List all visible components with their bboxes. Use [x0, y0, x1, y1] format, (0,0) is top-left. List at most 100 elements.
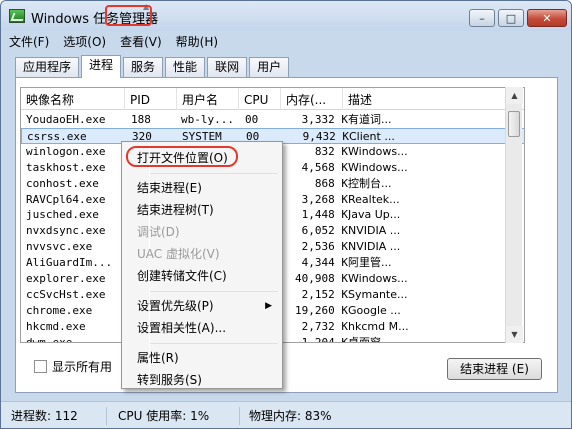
- menu-item-label: 转到服务(S): [137, 373, 202, 387]
- process-description: 有道词...: [348, 113, 392, 126]
- close-button[interactable]: ✕: [527, 9, 567, 27]
- process-description: Windows...: [348, 160, 408, 174]
- process-name: winlogon.exe: [26, 144, 106, 158]
- table-row[interactable]: YoudaoEH.exe 188 wb-ly... 00 3,332 K 有道词...: [21, 112, 524, 128]
- status-process-count: 进程数: 112: [3, 407, 107, 425]
- task-manager-window: Windows 任务管理器 – □ ✕ 文件(F) 选项(O) 查看(V) 帮助…: [0, 0, 572, 429]
- process-description: NVIDIA ...: [348, 224, 401, 238]
- menu-item-properties[interactable]: 属性(R): [122, 347, 282, 369]
- menu-item-label: 设置优先级(P): [137, 299, 214, 313]
- tab-users[interactable]: 用户: [249, 57, 290, 78]
- process-name: AliGuardIm...: [26, 256, 113, 270]
- process-description: 阿里管...: [348, 256, 392, 270]
- process-name: chrome.exe: [26, 303, 93, 317]
- process-description: Google ...: [348, 303, 401, 317]
- process-description: Windows...: [348, 272, 408, 285]
- process-name: jusched.exe: [26, 208, 99, 222]
- process-memory: 2,152 K: [301, 287, 348, 301]
- menu-item-create-dump-file[interactable]: 创建转储文件(C): [122, 265, 282, 287]
- process-cpu: 00: [245, 113, 259, 126]
- end-process-button[interactable]: 结束进程 (E): [447, 358, 542, 380]
- menu-view[interactable]: 查看(V): [120, 33, 162, 50]
- tab-processes[interactable]: 进程: [81, 55, 122, 78]
- column-image-name[interactable]: 映像名称: [21, 88, 125, 110]
- column-header-row: 映像名称 PID 用户名 CPU 内存(... 描述: [21, 88, 524, 110]
- tab-performance[interactable]: 性能: [165, 57, 206, 78]
- process-memory: 4,568 K: [301, 160, 348, 174]
- menu-item-label: 结束进程树(T): [137, 203, 214, 217]
- status-physical-memory: 物理内存: 83%: [249, 409, 332, 423]
- menu-separator: [150, 291, 278, 292]
- menu-separator: [150, 173, 278, 174]
- column-cpu[interactable]: CPU: [239, 88, 281, 110]
- menu-help[interactable]: 帮助(H): [176, 33, 218, 50]
- menu-item-label: 创建转储文件(C): [137, 269, 227, 283]
- context-menu: 打开文件位置(O) 结束进程(E) 结束进程树(T) 调试(D) UAC 虚拟化(V) 创…: [121, 141, 283, 389]
- menu-item-debug: 调试(D): [122, 221, 282, 243]
- menu-item-end-process[interactable]: 结束进程(E): [122, 177, 282, 199]
- process-memory: 4,344 K: [301, 256, 348, 270]
- scroll-up-arrow-icon[interactable]: ▲: [506, 87, 523, 104]
- process-memory: 19,260 K: [295, 303, 348, 317]
- process-name: hkcmd.exe: [26, 319, 86, 333]
- menu-item-go-to-service[interactable]: 转到服务(S): [122, 369, 282, 391]
- tab-applications[interactable]: 应用程序: [15, 57, 80, 78]
- minimize-button[interactable]: –: [469, 9, 495, 27]
- process-memory: 3,332 K: [301, 113, 348, 126]
- show-all-checkbox[interactable]: [34, 360, 47, 373]
- menu-item-label: 属性(R): [137, 351, 179, 365]
- process-memory: 1,204 K: [301, 335, 348, 343]
- process-memory: 3,268 K: [301, 192, 348, 206]
- submenu-arrow-icon: ▶: [265, 301, 272, 311]
- column-user-name[interactable]: 用户名: [177, 88, 239, 110]
- title-bar[interactable]: Windows 任务管理器 – □ ✕: [1, 1, 571, 31]
- tab-services[interactable]: 服务: [123, 57, 164, 78]
- pid-column-highlight: [105, 5, 152, 26]
- menu-bar: 文件(F) 选项(O) 查看(V) 帮助(H): [1, 31, 571, 51]
- menu-item-end-process-tree[interactable]: 结束进程树(T): [122, 199, 282, 221]
- process-name: nvvsvc.exe: [26, 240, 93, 254]
- open-location-highlight: [126, 146, 238, 167]
- process-memory: 868 K: [314, 176, 348, 190]
- process-memory: 832 K: [314, 144, 348, 158]
- process-memory: 9,432 K: [302, 129, 349, 143]
- process-description: Client ...: [349, 129, 395, 143]
- process-memory: 2,536 K: [301, 240, 348, 254]
- menu-separator: [150, 343, 278, 344]
- process-description: NVIDIA ...: [348, 240, 401, 254]
- scroll-thumb[interactable]: [508, 111, 520, 137]
- process-name: csrss.exe: [27, 129, 87, 143]
- column-description[interactable]: 描述: [343, 88, 524, 110]
- show-all-label: 显示所有用: [52, 360, 113, 374]
- vertical-scrollbar[interactable]: ▲ ▼: [505, 87, 523, 343]
- status-cpu-usage: CPU 使用率: 1%: [110, 407, 240, 425]
- show-all-processes-toggle[interactable]: 显示所有用: [34, 358, 112, 375]
- process-name: taskhost.exe: [26, 160, 106, 174]
- tab-networking[interactable]: 联网: [207, 57, 248, 78]
- process-name: YoudaoEH.exe: [26, 113, 106, 126]
- menu-item-uac-virtualization: UAC 虚拟化(V): [122, 243, 282, 265]
- menu-item-set-affinity[interactable]: 设置相关性(A)...: [122, 317, 282, 339]
- menu-item-label: 结束进程(E): [137, 181, 202, 195]
- maximize-button[interactable]: □: [498, 9, 524, 27]
- status-bar: 进程数: 112 CPU 使用率: 1% 物理内存: 83%: [1, 401, 571, 428]
- column-pid[interactable]: PID: [125, 88, 177, 110]
- process-description: hkcmd M...: [348, 319, 409, 333]
- process-user: wb-ly...: [181, 113, 234, 126]
- process-description: Realtek...: [348, 192, 400, 206]
- process-pid: 188: [131, 113, 151, 126]
- menu-item-set-priority[interactable]: 设置优先级(P) ▶: [122, 295, 282, 317]
- process-name: explorer.exe: [26, 272, 106, 285]
- scroll-down-arrow-icon[interactable]: ▼: [506, 326, 523, 343]
- column-memory[interactable]: 内存(...: [281, 88, 343, 110]
- menu-item-label: UAC 虚拟化(V): [137, 247, 220, 261]
- menu-options[interactable]: 选项(O): [63, 33, 106, 50]
- process-description: Symante...: [348, 287, 408, 301]
- process-name: nvxdsync.exe: [26, 224, 106, 238]
- process-description: 桌面窗...: [348, 335, 392, 343]
- process-description: Windows...: [348, 144, 408, 158]
- process-name: ccSvcHst.exe: [26, 287, 106, 301]
- menu-file[interactable]: 文件(F): [9, 33, 49, 50]
- process-description: 控制台...: [348, 176, 392, 190]
- process-name: RAVCpl64.exe: [26, 192, 106, 206]
